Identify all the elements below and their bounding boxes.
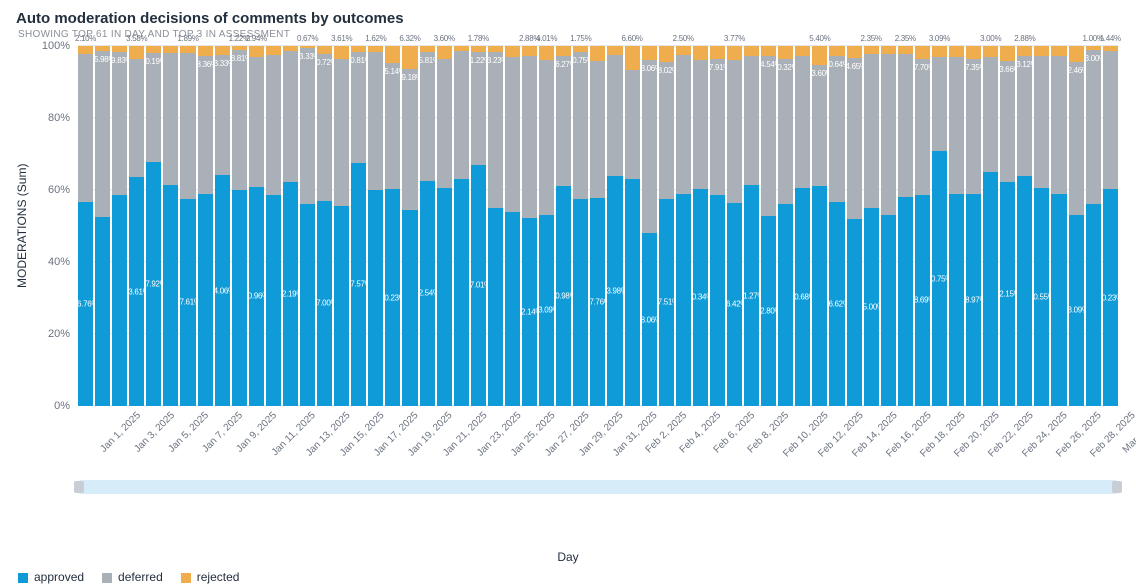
bar[interactable]: 36.27%60.98% [556,46,571,406]
bar[interactable]: 6.32%39.18% [402,46,417,406]
bar[interactable]: 1.62% [368,46,383,406]
bar[interactable]: 37.91% [710,46,725,406]
bar[interactable]: 60.55% [1034,46,1049,406]
bar[interactable]: 1.22%38.81% [232,46,247,406]
bar[interactable]: 43.23% [488,46,503,406]
bar[interactable]: 1.75%40.75% [573,46,588,406]
bar[interactable]: 1.78%31.22%67.01% [471,46,486,406]
bar[interactable]: 2.50% [676,46,691,406]
y-tick: 20% [48,328,70,340]
bar[interactable]: 30.19%67.92% [146,46,161,406]
bar[interactable]: 1.44%60.23% [1103,46,1118,406]
square-icon [102,573,112,583]
y-tick: 100% [42,40,70,52]
bar[interactable]: 2.35% [898,46,913,406]
bar[interactable]: 2.88%33.12% [1017,46,1032,406]
bar[interactable]: 30.81%67.57% [351,46,366,406]
y-axis: 0%20%40%60%80%100% [30,46,76,406]
y-tick: 0% [54,400,70,412]
bar[interactable]: 60.68% [795,46,810,406]
bar[interactable]: 44.65% [847,46,862,406]
bar[interactable]: 38.02%57.51% [659,46,674,406]
bar[interactable]: 1.00%43.00% [1086,46,1101,406]
bar[interactable]: 0.67%43.33% [300,46,315,406]
bar[interactable] [454,46,469,406]
x-axis-label: Day [14,550,1122,564]
bar[interactable]: 62.19% [283,46,298,406]
bar[interactable]: 37.35%58.97% [966,46,981,406]
bar[interactable]: 39.83% [112,46,127,406]
bar[interactable]: 57.76% [590,46,605,406]
bar[interactable]: 37.70%58.69% [915,46,930,406]
bar[interactable]: 3.58%63.61% [129,46,144,406]
bar[interactable]: 35.81%62.54% [420,46,435,406]
bar[interactable]: 45.98% [95,46,110,406]
bar[interactable]: 2.94%60.96% [249,46,264,406]
bar[interactable]: 2.10%56.76% [78,46,93,406]
bar[interactable]: 60.34% [693,46,708,406]
bar[interactable]: 6.60% [625,46,640,406]
bar[interactable]: 3.60% [437,46,452,406]
bar[interactable]: 61.27% [744,46,759,406]
bar[interactable] [505,46,520,406]
bar[interactable]: 5.40%33.60% [812,46,827,406]
bar[interactable]: 35.14%60.23% [385,46,400,406]
square-icon [181,573,191,583]
range-slider[interactable] [78,480,1118,494]
y-tick: 40% [48,256,70,268]
bar[interactable]: 40.64%56.62% [829,46,844,406]
bar[interactable]: 63.98% [607,46,622,406]
x-axis: Jan 1, 2025Jan 3, 2025Jan 5, 2025Jan 7, … [78,406,1118,476]
bar[interactable]: 44.54%52.80% [761,46,776,406]
legend: approved deferred rejected [18,570,1122,584]
y-tick: 80% [48,112,70,124]
bar[interactable]: 40.32% [778,46,793,406]
bar[interactable]: 33.66%62.15% [1000,46,1015,406]
range-handle-left[interactable] [74,481,84,493]
square-icon [18,573,28,583]
bar[interactable]: 40.72%57.00% [317,46,332,406]
bar[interactable] [949,46,964,406]
bar[interactable]: 42.46%53.09% [1069,46,1084,406]
bar[interactable] [163,46,178,406]
legend-item-rejected[interactable]: rejected [181,570,240,584]
chart-title: Auto moderation decisions of comments by… [16,10,1122,27]
bar[interactable]: 4.01%53.09% [539,46,554,406]
plot-area: MODERATIONS (Sum) 0%20%40%60%80%100% 2.1… [14,46,1122,406]
bar[interactable]: 2.88%52.14% [522,46,537,406]
y-axis-label: MODERATIONS (Sum) [14,46,30,406]
bar[interactable]: 38.36% [198,46,213,406]
range-handle-right[interactable] [1112,481,1122,493]
legend-item-approved[interactable]: approved [18,570,84,584]
bar[interactable]: 2.35%55.00% [864,46,879,406]
bar[interactable]: 33.33%64.06% [215,46,230,406]
y-tick: 60% [48,184,70,196]
legend-item-deferred[interactable]: deferred [102,570,163,584]
bar[interactable]: 3.09%70.75% [932,46,947,406]
bar[interactable]: 48.06%48.06% [642,46,657,406]
bar[interactable]: 3.00% [983,46,998,406]
bars-container[interactable]: 2.10%56.76%45.98%39.83%3.58%63.61%30.19%… [78,46,1118,406]
bar[interactable] [881,46,896,406]
bar[interactable]: 3.61% [334,46,349,406]
bar[interactable]: 3.77%56.42% [727,46,742,406]
bar[interactable] [266,46,281,406]
bar[interactable] [1051,46,1066,406]
bar[interactable]: 1.89%57.61% [180,46,195,406]
